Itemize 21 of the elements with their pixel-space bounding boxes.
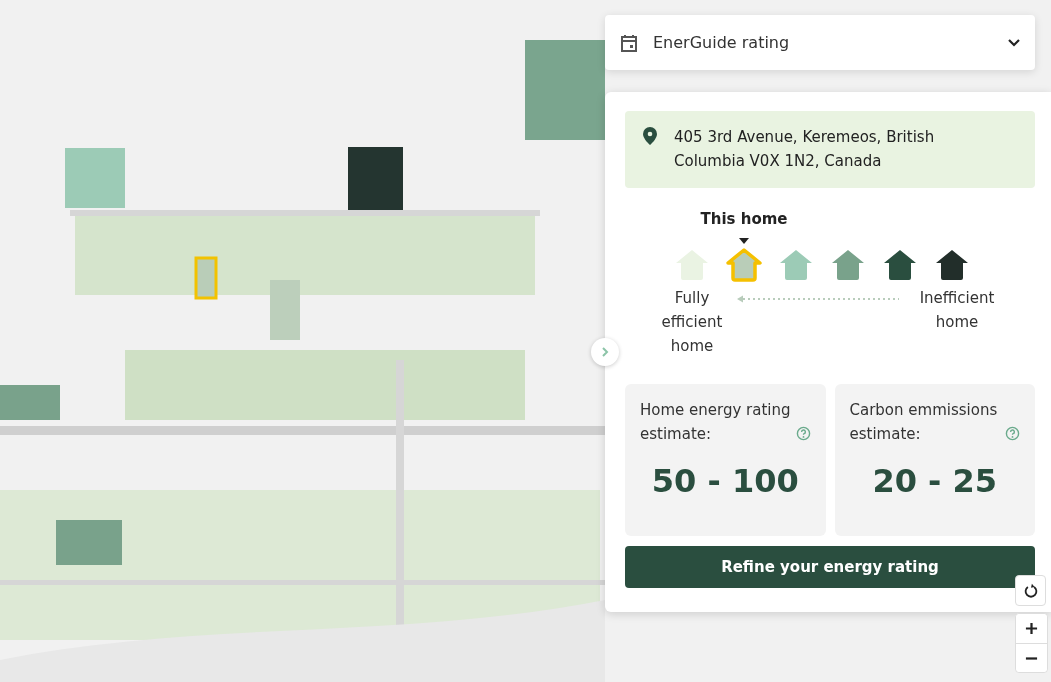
help-icon[interactable] (1005, 426, 1020, 441)
estimate-label: Home energy rating estimate: (640, 400, 792, 445)
calendar-icon (619, 32, 639, 53)
inefficient-label: Inefficient home (918, 288, 996, 333)
collapse-toggle[interactable] (591, 338, 619, 366)
this-home-label: This home (700, 210, 788, 228)
estimate-value: 20 - 25 (871, 462, 999, 500)
zoom-out-button[interactable] (1016, 643, 1047, 672)
pointer-icon (739, 238, 749, 244)
help-icon[interactable] (795, 426, 811, 441)
reset-button[interactable] (1015, 575, 1046, 606)
chevron-right-icon (600, 346, 610, 358)
address-text: 405 3rd Avenue, Keremeos, British Columbia V0X 1N2, Canada (674, 127, 936, 172)
location-pin-icon (643, 127, 657, 145)
refine-button[interactable]: Refine your energy rating (625, 546, 1035, 588)
estimate-label: Carbon emmissions estimate: (849, 400, 999, 445)
chevron-down-icon (1007, 37, 1021, 48)
efficient-label: Fully efficient home (660, 288, 724, 357)
plus-icon (1025, 622, 1038, 635)
estimate-value: 50 - 100 (650, 462, 800, 500)
layer-dropdown[interactable]: EnerGuide rating (605, 15, 1035, 70)
